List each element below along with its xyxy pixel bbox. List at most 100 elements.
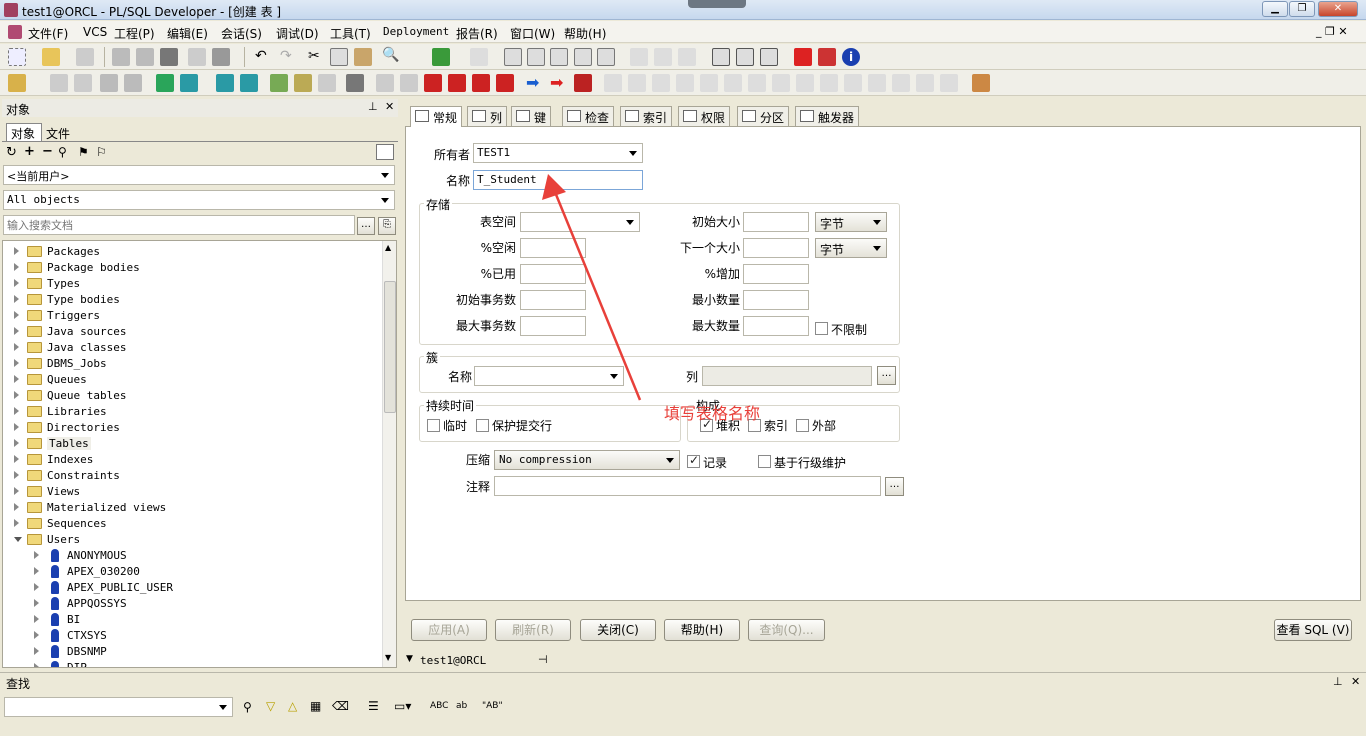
highlight-icon[interactable]: ▦ <box>310 699 321 713</box>
pin2-icon[interactable]: ⊣ <box>538 653 548 666</box>
tab-keys[interactable]: 键 <box>511 106 552 126</box>
initial-input[interactable] <box>743 212 809 232</box>
paste-icon[interactable] <box>354 48 372 66</box>
find-icon[interactable]: 🔍 <box>382 47 399 63</box>
tree-user-item[interactable]: APPQOSSYS <box>3 596 381 612</box>
tree-user-item[interactable]: BI <box>3 612 381 628</box>
temporary-checkbox[interactable] <box>427 419 440 432</box>
pin-icon[interactable]: ⊥ <box>368 100 378 113</box>
execute-icon[interactable] <box>180 74 198 92</box>
minimize-button[interactable]: ▁ <box>1262 1 1288 17</box>
expand-icon[interactable] <box>14 439 19 447</box>
scroll-thumb[interactable] <box>384 281 396 413</box>
expand-icon[interactable] <box>14 327 19 335</box>
expand-icon[interactable] <box>14 279 19 287</box>
bp5-icon[interactable] <box>472 74 490 92</box>
find-prev-icon[interactable]: △ <box>288 699 297 713</box>
format-icon[interactable] <box>597 48 615 66</box>
initial-unit-select[interactable]: 字节 <box>815 212 887 232</box>
expand-icon[interactable] <box>34 647 39 655</box>
expand-icon[interactable] <box>14 471 19 479</box>
tree-user-item[interactable]: ANONYMOUS <box>3 548 381 564</box>
find-close-icon[interactable]: ✕ <box>1351 675 1360 688</box>
search-go-button[interactable]: ⎘ <box>378 217 396 235</box>
dbg13-icon[interactable] <box>892 74 910 92</box>
bp2-icon[interactable] <box>400 74 418 92</box>
maximize-button[interactable]: ❐ <box>1289 1 1315 17</box>
preserve-rows-checkbox[interactable] <box>476 419 489 432</box>
tree-user-item[interactable]: APEX_PUBLIC_USER <box>3 580 381 596</box>
expand-icon[interactable] <box>14 295 19 303</box>
refresh-button[interactable]: 刷新(R) <box>495 619 571 641</box>
dbg7-icon[interactable] <box>748 74 766 92</box>
print2-icon[interactable] <box>188 48 206 66</box>
menu-window[interactable]: 窗口(W) <box>510 25 555 42</box>
nav-icon[interactable] <box>470 48 488 66</box>
sql-icon[interactable] <box>156 74 174 92</box>
open-icon[interactable] <box>42 48 60 66</box>
tree-item[interactable]: Type bodies <box>3 292 381 308</box>
dbg11-icon[interactable] <box>844 74 862 92</box>
expand-icon[interactable] <box>34 631 39 639</box>
step-out-icon[interactable]: ➡ <box>550 73 563 92</box>
expand-icon[interactable] <box>34 567 39 575</box>
dbg10-icon[interactable] <box>820 74 838 92</box>
expand-icon[interactable] <box>34 663 39 667</box>
expand-icon[interactable] <box>14 343 19 351</box>
db1-icon[interactable] <box>100 74 118 92</box>
pdf-icon[interactable] <box>818 48 836 66</box>
tool3-icon[interactable] <box>678 48 696 66</box>
comment-input[interactable] <box>494 476 881 496</box>
tools-icon[interactable] <box>270 74 288 92</box>
tree-item[interactable]: DBMS_Jobs <box>3 356 381 372</box>
window3-icon[interactable] <box>760 48 778 66</box>
tree-scrollbar[interactable]: ▲ ▼ <box>382 241 396 667</box>
tree-user-item[interactable]: DIP <box>3 660 381 667</box>
find-binoculars-icon[interactable]: ⚲ <box>243 700 252 714</box>
close-button[interactable]: 关闭(C) <box>580 619 656 641</box>
oracle-icon[interactable] <box>794 48 812 66</box>
menu-session[interactable]: 会话(S) <box>221 25 262 42</box>
filter-icon[interactable]: ⚑ <box>78 145 89 159</box>
tree-item[interactable]: Queue tables <box>3 388 381 404</box>
tree-item[interactable]: Java classes <box>3 340 381 356</box>
save-all-icon[interactable] <box>160 48 178 66</box>
menu-vcs[interactable]: VCS <box>83 25 107 39</box>
new-icon[interactable] <box>8 48 26 66</box>
eraser-icon[interactable]: ⌫ <box>332 699 349 713</box>
object-filter-select[interactable]: All objects <box>3 190 395 210</box>
cluster-columns-button[interactable]: … <box>877 366 896 385</box>
dbg1-icon[interactable] <box>604 74 622 92</box>
expand-icon[interactable] <box>14 247 19 255</box>
menu-file[interactable]: 文件(F) <box>28 25 68 42</box>
user-select[interactable]: <当前用户> <box>3 165 395 185</box>
page-icon[interactable]: ▭▾ <box>394 699 411 713</box>
step-in-icon[interactable]: ➡ <box>526 73 539 92</box>
whole-word-icon[interactable]: ab <box>456 701 467 711</box>
expand-icon[interactable] <box>34 551 39 559</box>
dbg8-icon[interactable] <box>772 74 790 92</box>
mdi-controls[interactable]: _ ❐ ✕ <box>1316 25 1348 38</box>
next-unit-select[interactable]: 字节 <box>815 238 887 258</box>
gear-icon[interactable] <box>50 74 68 92</box>
tree-item[interactable]: Package bodies <box>3 260 381 276</box>
menu-help[interactable]: 帮助(H) <box>564 25 606 42</box>
maxextents-input[interactable] <box>743 316 809 336</box>
tree-user-item[interactable]: CTXSYS <box>3 628 381 644</box>
expand-icon[interactable] <box>34 615 39 623</box>
tab-triggers[interactable]: 触发器 <box>795 106 860 126</box>
explain-icon[interactable] <box>318 74 336 92</box>
tab-privileges[interactable]: 权限 <box>678 106 731 126</box>
report-icon[interactable] <box>294 74 312 92</box>
tree-item[interactable]: Packages <box>3 244 381 260</box>
match-case-icon[interactable]: ABC <box>430 701 448 711</box>
dbg15-icon[interactable] <box>940 74 958 92</box>
collapse-icon[interactable] <box>14 537 22 542</box>
query-button[interactable]: 查询(Q)... <box>748 619 825 641</box>
window1-icon[interactable] <box>712 48 730 66</box>
tree-user-item[interactable]: APEX_030200 <box>3 564 381 580</box>
status-arrow-icon[interactable]: ▼ <box>406 654 413 664</box>
dbg2-icon[interactable] <box>628 74 646 92</box>
wrench-icon[interactable] <box>346 74 364 92</box>
cut-icon[interactable]: ✂ <box>308 48 320 64</box>
